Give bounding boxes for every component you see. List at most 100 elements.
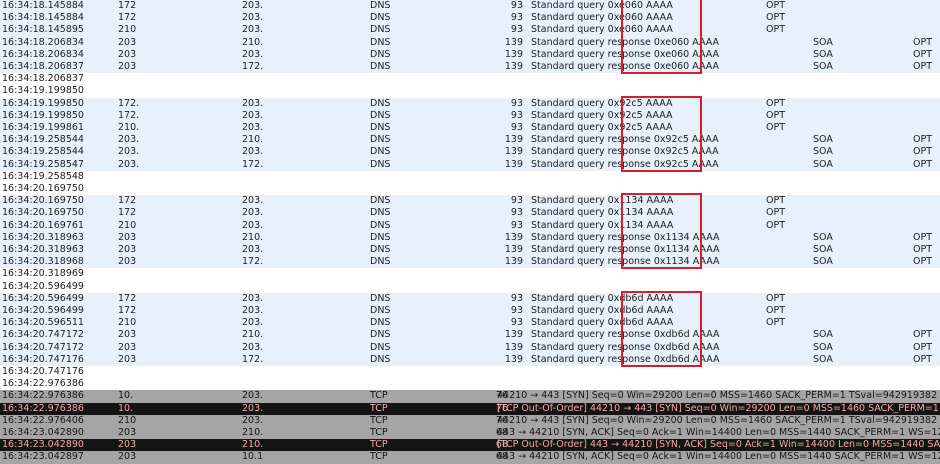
packet-source: 203 <box>118 341 137 353</box>
packet-row[interactable]: 16:34:23.042890 203 210. TCP 68 [TCP Out-Of-O… <box>0 439 940 452</box>
packet-row[interactable]: 16:34:20.747172 203 210. DNS 139 Standard que… <box>0 329 940 342</box>
packet-rr-opt-additional: OPT <box>913 36 933 48</box>
packet-destination: 203. <box>242 244 264 255</box>
packet-source: 210 <box>118 414 137 426</box>
packet-protocol: DNS <box>370 0 391 11</box>
packet-row[interactable]: 16:34:20.747172 203 203. DNS 139 Standard que… <box>0 341 940 354</box>
packet-time: 16:34:20.596499 <box>2 292 84 304</box>
packet-row[interactable]: 16:34:19.199861 210. 203. DNS 93 Standard que… <box>0 122 940 135</box>
packet-protocol: DNS <box>370 231 391 243</box>
packet-row[interactable]: 16:34:22.976406 210 203. TCP 76 44210 → 443 [… <box>0 414 940 427</box>
packet-length: 139 <box>504 61 523 72</box>
packet-destination: 210. <box>242 231 264 243</box>
highlight-box <box>621 193 702 270</box>
packet-row[interactable]: 16:34:20.318963 203 203. DNS 139 Standard que… <box>0 244 940 257</box>
packet-time: 16:34:23.042890 <box>2 427 84 438</box>
packet-rr-opt: OPT <box>766 195 786 207</box>
packet-row[interactable]: 16:34:18.206837 <box>0 73 940 86</box>
packet-protocol: DNS <box>370 36 391 48</box>
packet-rr-opt-additional: OPT <box>913 329 933 341</box>
packet-row[interactable]: 16:34:20.747176 203 172. DNS 139 Standard que… <box>0 353 940 366</box>
packet-destination: 203. <box>242 0 264 11</box>
packet-row[interactable]: 16:34:19.258544 203. 210. DNS 139 Standard qu… <box>0 134 940 147</box>
packet-source: 203 <box>118 353 137 365</box>
packet-row[interactable]: 16:34:19.258547 203. 172. DNS 139 Standard qu… <box>0 158 940 171</box>
packet-row[interactable]: 16:34:20.169750 <box>0 183 940 196</box>
packet-destination: 203. <box>242 402 264 414</box>
packet-info: 44210 → 443 [SYN] Seq=0 Win=29200 Len=0 … <box>497 414 940 426</box>
packet-length: 93 <box>510 24 523 36</box>
packet-row[interactable]: 16:34:20.596499 172 203. DNS 93 Standard quer… <box>0 305 940 318</box>
packet-protocol: TCP <box>370 439 388 451</box>
packet-rr-soa: SOA <box>813 244 833 255</box>
packet-protocol: DNS <box>370 146 391 158</box>
packet-row[interactable]: 16:34:23.042890 203 210. TCP 68 443 → 44210 [… <box>0 427 940 440</box>
packet-destination: 203. <box>242 195 264 207</box>
packet-row[interactable]: 16:34:18.145895 210 203. DNS 93 Standard quer… <box>0 24 940 37</box>
packet-row[interactable]: 16:34:20.318968 203 172. DNS 139 Standard que… <box>0 256 940 269</box>
packet-time: 16:34:20.747172 <box>2 341 84 353</box>
packet-row[interactable]: 16:34:20.318969 <box>0 268 940 281</box>
packet-rr-opt-additional: OPT <box>913 256 933 268</box>
packet-destination: 172. <box>242 158 264 170</box>
packet-source: 203 <box>118 256 137 268</box>
packet-protocol: DNS <box>370 24 391 36</box>
packet-time: 16:34:19.199850 <box>2 97 84 109</box>
packet-length: 139 <box>504 146 523 158</box>
packet-protocol: DNS <box>370 207 391 219</box>
packet-time: 16:34:20.169761 <box>2 219 84 231</box>
packet-source: 10. <box>118 402 134 414</box>
packet-length: 139 <box>504 329 523 341</box>
packet-row[interactable]: 16:34:20.596499 172 203. DNS 93 Standard quer… <box>0 292 940 305</box>
packet-source: 203 <box>118 427 137 438</box>
packet-row[interactable]: 16:34:22.976386 10. 203. TCP 76 44210 → 443 [… <box>0 390 940 403</box>
packet-row[interactable]: 16:34:19.258548 <box>0 170 940 183</box>
packet-protocol: DNS <box>370 317 391 329</box>
packet-time: 16:34:20.318968 <box>2 256 84 268</box>
packet-row[interactable]: 16:34:19.199850 <box>0 85 940 98</box>
packet-row[interactable]: 16:34:18.145884 172 203. DNS 93 Standard quer… <box>0 12 940 25</box>
packet-row[interactable]: 16:34:18.145884 172 203. DNS 93 Standard quer… <box>0 0 940 13</box>
packet-destination: 203. <box>242 390 264 402</box>
packet-protocol: DNS <box>370 158 391 170</box>
packet-row[interactable]: 16:34:22.976386 10. 203. TCP 76 [TCP Out-Of-O… <box>0 402 940 415</box>
packet-row[interactable]: 16:34:18.206837 203 172. DNS 139 Standard que… <box>0 61 940 74</box>
packet-row[interactable]: 16:34:20.169750 172 203. DNS 93 Standard quer… <box>0 207 940 220</box>
packet-time: 16:34:22.976386 <box>2 402 84 414</box>
packet-destination: 210. <box>242 329 264 341</box>
packet-info: 443 → 44210 [SYN, ACK] Seq=0 Ack=1 Win=1… <box>497 427 940 438</box>
packet-row[interactable]: 16:34:22.976386 <box>0 378 940 391</box>
packet-row[interactable]: 16:34:19.199850 172. 203. DNS 93 Standard que… <box>0 109 940 122</box>
packet-length: 139 <box>504 341 523 353</box>
packet-source: 203 <box>118 61 137 72</box>
packet-protocol: DNS <box>370 97 391 109</box>
packet-source: 203 <box>118 36 137 48</box>
packet-row[interactable]: 16:34:19.258544 203. 203. DNS 139 Standard qu… <box>0 146 940 159</box>
packet-rr-opt: OPT <box>766 12 786 24</box>
packet-destination: 203. <box>242 146 264 158</box>
packet-row[interactable]: 16:34:20.747176 <box>0 366 940 379</box>
packet-row[interactable]: 16:34:20.596499 <box>0 280 940 293</box>
packet-row[interactable]: 16:34:20.169761 210 203. DNS 93 Standard quer… <box>0 219 940 232</box>
packet-protocol: DNS <box>370 341 391 353</box>
packet-rr-opt: OPT <box>766 0 786 11</box>
packet-info: 443 → 44210 [SYN, ACK] Seq=0 Ack=1 Win=1… <box>497 451 940 463</box>
packet-rr-opt-additional: OPT <box>913 341 933 353</box>
packet-row[interactable]: 16:34:20.596511 210 203. DNS 93 Standard quer… <box>0 317 940 330</box>
packet-source: 203. <box>118 158 140 170</box>
packet-source: 203 <box>118 439 137 451</box>
packet-row[interactable]: 16:34:23.042897 203 10.1 TCP 68 443 → 44210 [… <box>0 451 940 464</box>
packet-destination: 210. <box>242 134 264 146</box>
packet-row[interactable]: 16:34:18.206834 203 210. DNS 139 Standard que… <box>0 36 940 49</box>
packet-row[interactable]: 16:34:19.199850 172. 203. DNS 93 Standard que… <box>0 97 940 110</box>
packet-row[interactable]: 16:34:20.169750 172 203. DNS 93 Standard quer… <box>0 195 940 208</box>
packet-rr-opt-additional: OPT <box>913 353 933 365</box>
packet-length: 139 <box>504 231 523 243</box>
packet-rr-soa: SOA <box>813 341 833 353</box>
packet-destination: 203. <box>242 12 264 24</box>
packet-row[interactable]: 16:34:18.206834 203 203. DNS 139 Standard que… <box>0 48 940 61</box>
packet-source: 210 <box>118 24 137 36</box>
packet-destination: 203. <box>242 292 264 304</box>
packet-source: 203. <box>118 134 140 146</box>
packet-row[interactable]: 16:34:20.318963 203 210. DNS 139 Standard que… <box>0 231 940 244</box>
